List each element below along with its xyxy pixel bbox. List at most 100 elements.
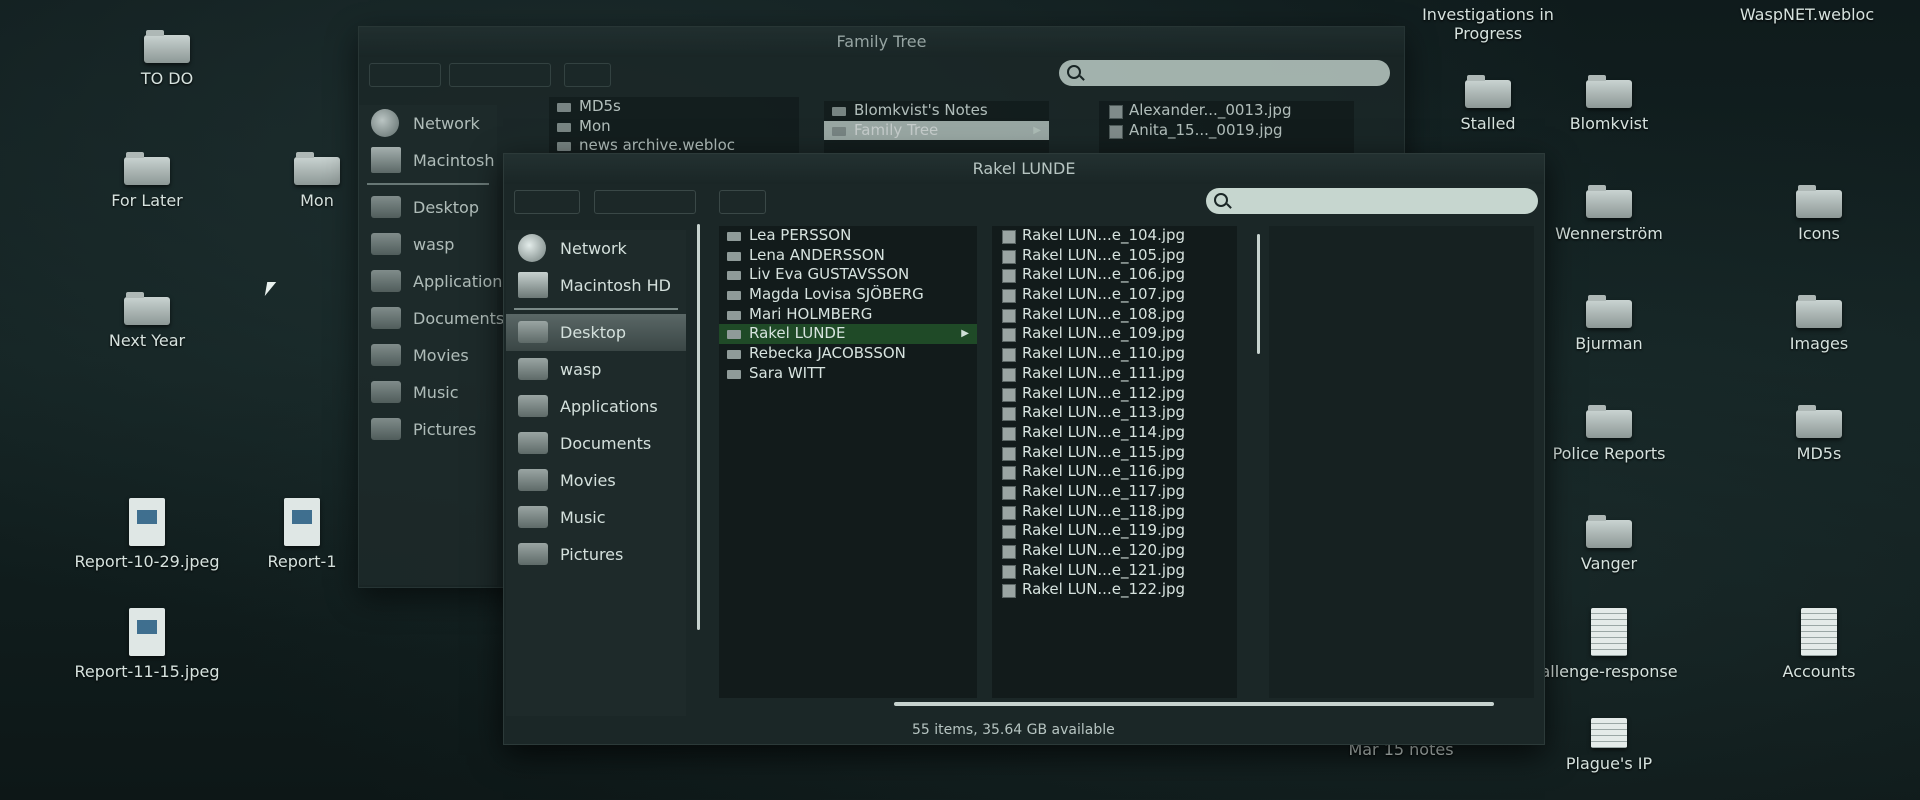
folder-icon (1796, 185, 1842, 218)
desktop-icon-police-reports[interactable]: Police Reports (1534, 405, 1684, 463)
list-item[interactable]: Magda Lovisa SJÖBERG (719, 285, 977, 305)
list-item[interactable]: Rebecka JACOBSSON (719, 344, 977, 364)
file-row[interactable]: Rakel LUN...e_113.jpg (992, 403, 1237, 423)
sidebar-item-pictures[interactable]: Pictures (506, 536, 686, 573)
sidebar-item-wasp[interactable]: wasp (506, 351, 686, 388)
file-row[interactable]: Rakel LUN...e_105.jpg (992, 246, 1237, 266)
sidebar-item-documents[interactable]: Documents (359, 300, 504, 337)
file-row[interactable]: Rakel LUN...e_121.jpg (992, 561, 1237, 581)
list-item[interactable]: Mari HOLMBERG (719, 305, 977, 325)
file-row[interactable]: Rakel LUN...e_108.jpg (992, 305, 1237, 325)
sidebar-item-pictures[interactable]: Pictures (359, 411, 497, 448)
list-item-label: Magda Lovisa SJÖBERG (749, 285, 924, 304)
file-row[interactable]: Rakel LUN...e_120.jpg (992, 541, 1237, 561)
document-icon (1801, 608, 1837, 656)
file-row[interactable]: Rakel LUN...e_117.jpg (992, 482, 1237, 502)
desktop-icon-report-10-29[interactable]: Report-10-29.jpeg (72, 498, 222, 571)
sidebar-item-network[interactable]: Network (359, 105, 497, 142)
file-row[interactable]: Rakel LUN...e_110.jpg (992, 344, 1237, 364)
list-item-selected[interactable]: Rakel LUNDE (719, 324, 977, 345)
sidebar-item-documents[interactable]: Documents (506, 425, 686, 462)
file-row[interactable]: Rakel LUN...e_104.jpg (992, 226, 1237, 246)
image-file-icon (1002, 249, 1016, 264)
list-item[interactable]: Mon (549, 117, 799, 137)
globe-icon (371, 109, 399, 137)
window-title: Family Tree (359, 27, 1404, 57)
list-item-selected[interactable]: Family Tree (824, 120, 1049, 141)
file-row[interactable]: Rakel LUN...e_107.jpg (992, 285, 1237, 305)
desktop-icon-md5s[interactable]: MD5s (1744, 405, 1894, 463)
horizontal-scrollbar[interactable] (894, 702, 1494, 706)
list-item[interactable]: MD5s (549, 97, 799, 117)
sidebar-item-applications[interactable]: Applications (506, 388, 686, 425)
file-row[interactable]: Rakel LUN...e_119.jpg (992, 521, 1237, 541)
desktop-icon-icons[interactable]: Icons (1744, 185, 1894, 243)
finder-window-rakel-lunde[interactable]: Rakel LUNDE Network Macintosh HD Desktop… (503, 153, 1545, 745)
file-row[interactable]: Rakel LUN...e_109.jpg (992, 324, 1237, 344)
jpeg-file-icon (284, 498, 320, 546)
list-item[interactable]: Liv Eva GUSTAVSSON (719, 265, 977, 285)
sidebar-item-macintosh-hd[interactable]: Macintosh HD (506, 267, 686, 304)
back-forward-button[interactable] (369, 63, 441, 87)
list-item[interactable]: Blomkvist's Notes (824, 101, 1049, 121)
sidebar-item-applications[interactable]: Application (359, 263, 502, 300)
file-row[interactable]: Rakel LUN...e_116.jpg (992, 462, 1237, 482)
sidebar-item-movies[interactable]: Movies (359, 337, 497, 374)
file-row[interactable]: Rakel LUN...e_122.jpg (992, 580, 1237, 600)
view-mode-button[interactable] (594, 190, 696, 214)
file-name: Rakel LUN...e_119.jpg (1022, 521, 1186, 540)
back-forward-button[interactable] (514, 190, 580, 214)
list-item[interactable]: Sara WITT (719, 364, 977, 384)
files-scrollbar[interactable] (1257, 234, 1260, 354)
desktop-icon-label: Investigations in Progress (1422, 5, 1554, 43)
sidebar-item-label: Network (413, 114, 480, 133)
desktop-text-waspnet[interactable]: WaspNET.webloc (1732, 5, 1882, 24)
desktop-icon-plagues-ip[interactable]: Plague's IP (1534, 718, 1684, 773)
list-item[interactable]: Lea PERSSON (719, 226, 977, 246)
file-row[interactable]: Rakel LUN...e_114.jpg (992, 423, 1237, 443)
desktop-icon-images[interactable]: Images (1744, 295, 1894, 353)
file-row[interactable]: Rakel LUN...e_115.jpg (992, 443, 1237, 463)
desktop-icon-blomkvist[interactable]: Blomkvist (1534, 75, 1684, 133)
desktop-icon-bjurman[interactable]: Bjurman (1534, 295, 1684, 353)
pictures-folder-icon (371, 418, 401, 440)
file-row[interactable]: Rakel LUN...e_106.jpg (992, 265, 1237, 285)
documents-folder-icon (371, 307, 401, 329)
desktop-icon-for-later[interactable]: For Later (72, 152, 222, 210)
folder-icon (1586, 185, 1632, 218)
sidebar-item-movies[interactable]: Movies (506, 462, 686, 499)
file-row[interactable]: Rakel LUN...e_112.jpg (992, 384, 1237, 404)
list-item[interactable]: Anita_15..._0019.jpg (1099, 121, 1354, 141)
sidebar-item-macintosh[interactable]: Macintosh (359, 142, 497, 179)
action-gear-button[interactable] (719, 190, 766, 214)
file-row[interactable]: Rakel LUN...e_111.jpg (992, 364, 1237, 384)
sidebar-scrollbar[interactable] (697, 224, 700, 630)
sidebar-item-music[interactable]: Music (359, 374, 497, 411)
sidebar-item-label: Network (560, 239, 627, 258)
list-item[interactable]: Alexander..._0013.jpg (1099, 101, 1354, 121)
file-name: Rakel LUN...e_105.jpg (1022, 245, 1186, 264)
sidebar-item-network[interactable]: Network (506, 230, 686, 267)
list-item[interactable]: Lena ANDERSSON (719, 246, 977, 266)
desktop-icon-todo[interactable]: TO DO (92, 30, 242, 88)
desktop-icon-report-11-15[interactable]: Report-11-15.jpeg (72, 608, 222, 681)
desktop-icon-report-1[interactable]: Report-1 (242, 498, 362, 571)
file-row[interactable]: Rakel LUN...e_118.jpg (992, 502, 1237, 522)
folder-icon (1586, 405, 1632, 438)
sidebar-item-wasp[interactable]: wasp (359, 226, 497, 263)
action-gear-button[interactable] (564, 63, 611, 87)
desktop-icon-challenge-response[interactable]: allenge-response (1534, 608, 1684, 681)
sidebar-item-music[interactable]: Music (506, 499, 686, 536)
desktop-text-investigations[interactable]: Investigations in Progress (1408, 5, 1568, 43)
desktop-icon-next-year[interactable]: Next Year (72, 292, 222, 350)
desktop-icon-wennerstrom[interactable]: Wennerström (1534, 185, 1684, 243)
search-field[interactable] (1206, 188, 1538, 214)
search-field[interactable] (1059, 60, 1390, 86)
desktop-icon-vanger[interactable]: Vanger (1534, 515, 1684, 573)
desktop-folder-icon (371, 196, 401, 218)
desktop-icon-accounts[interactable]: Accounts (1744, 608, 1894, 681)
sidebar-item-desktop[interactable]: Desktop (359, 189, 497, 226)
sidebar-item-label: Documents (560, 434, 652, 453)
view-mode-button[interactable] (449, 63, 551, 87)
sidebar-item-desktop[interactable]: Desktop (506, 314, 686, 351)
